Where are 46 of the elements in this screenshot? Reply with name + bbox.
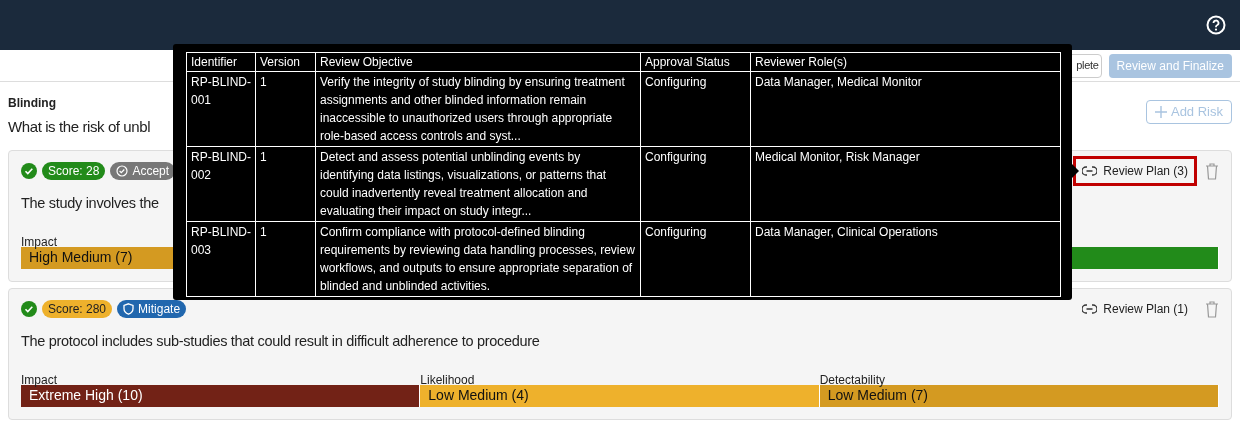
link-icon xyxy=(1082,166,1098,176)
table-cell: Configuring xyxy=(640,221,751,297)
table-cell: 1 xyxy=(255,71,316,147)
table-cell: Data Manager, Clinical Operations xyxy=(750,221,1061,297)
table-cell: 1 xyxy=(255,146,316,222)
table-cell: Configuring xyxy=(640,146,751,222)
rating-bar: Extreme High (10) xyxy=(21,384,421,407)
review-plan-button[interactable]: Review Plan (1) xyxy=(1073,294,1197,324)
rating-bar: Low Medium (4) xyxy=(420,384,820,407)
table-cell: RP-BLIND-003 xyxy=(186,221,256,297)
category-label: Blinding xyxy=(8,95,56,112)
score-badge: Score: 28 xyxy=(42,162,106,180)
review-plan-button[interactable]: Review Plan (3) xyxy=(1073,156,1197,186)
status-badge: Mitigate xyxy=(117,300,187,318)
table-cell: RP-BLIND-002 xyxy=(186,146,256,222)
table-cell: Data Manager, Medical Monitor xyxy=(750,71,1061,147)
rating-label: Impact xyxy=(21,372,57,387)
check-circle-icon xyxy=(116,165,129,177)
column-header: Version xyxy=(255,52,316,72)
column-header: Identifier xyxy=(186,52,256,72)
check-circle-icon xyxy=(21,301,37,317)
table-cell: RP-BLIND-001 xyxy=(186,71,256,147)
risk-description: The study involves the xyxy=(21,194,159,213)
table-cell: Configuring xyxy=(640,71,751,147)
table-cell: Verify the integrity of study blinding by ensuring treatment assignments and other blinded information remain inaccessible to unauthorized users through appropriate role-based access controls and syst... xyxy=(315,71,641,147)
check-circle-icon xyxy=(21,163,37,179)
table-cell: Medical Monitor, Risk Manager xyxy=(750,146,1061,222)
trash-icon[interactable] xyxy=(1205,162,1219,180)
score-badge: Score: 280 xyxy=(42,300,113,318)
risk-question: What is the risk of unbl xyxy=(8,117,151,137)
trash-icon[interactable] xyxy=(1205,300,1219,318)
column-header: Approval Status xyxy=(640,52,751,72)
status-badge: Accept xyxy=(110,162,176,180)
table-cell: Detect and assess potential unblinding events by identifying data listings, visualizations, or patterns that could inadvertently reveal treatment allocation and evaluating their impact on study integr... xyxy=(315,146,641,222)
help-icon[interactable] xyxy=(1206,15,1226,35)
table-cell: 1 xyxy=(255,221,316,297)
plus-icon xyxy=(1154,106,1167,118)
rating-label: Detectability xyxy=(819,372,886,387)
risk-description: The protocol includes sub-studies that could result in difficult adherence to procedure xyxy=(21,332,540,351)
table-cell: Confirm compliance with protocol-defined blinding requirements by reviewing data handling processes, review workflows, and outputs to ensure appropriate separation of blinded and unblinded activities. xyxy=(315,221,641,297)
link-icon xyxy=(1082,304,1098,314)
rating-label: Likelihood xyxy=(420,372,475,387)
shield-icon xyxy=(123,303,135,315)
rating-label: Impact xyxy=(21,234,57,249)
column-header: Reviewer Role(s) xyxy=(750,52,1061,72)
column-header: Review Objective xyxy=(315,52,641,72)
